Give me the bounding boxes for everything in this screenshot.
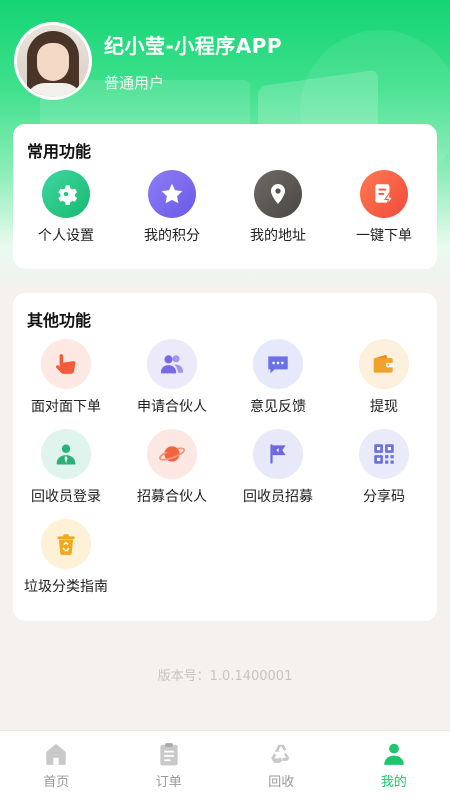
common-functions-title: 常用功能	[27, 142, 92, 161]
tab-orders-label: 订单	[155, 775, 182, 790]
garbage-sorting-guide-button[interactable]: 垃圾分类指南	[13, 519, 119, 609]
wallet-icon	[359, 339, 409, 389]
avatar[interactable]	[14, 22, 92, 100]
recruit-partner-button[interactable]: 招募合伙人	[119, 429, 225, 519]
tab-recycle[interactable]: 回收	[225, 731, 338, 800]
garbage-sorting-guide-label: 垃圾分类指南	[24, 579, 108, 595]
common-functions-card: 常用功能 个人设置 我的积分 我的地址 一键下单	[13, 124, 437, 269]
share-code-button[interactable]: 分享码	[331, 429, 437, 519]
my-address-label: 我的地址	[250, 228, 306, 244]
recruit-partner-label: 招募合伙人	[137, 489, 207, 505]
apply-partner-button[interactable]: 申请合伙人	[119, 339, 225, 429]
share-code-label: 分享码	[363, 489, 405, 505]
bottom-tab-bar: 首页 订单 回收 我的	[0, 730, 450, 800]
user-name: 纪小莹-小程序APP	[104, 34, 283, 58]
qrcode-icon	[359, 429, 409, 479]
tab-home[interactable]: 首页	[0, 731, 113, 800]
quick-order-label: 一键下单	[356, 228, 412, 244]
version-text: 版本号：1.0.1400001	[157, 669, 293, 684]
tab-home-label: 首页	[43, 775, 70, 790]
flag-icon	[253, 429, 303, 479]
home-icon	[46, 743, 66, 765]
apply-partner-label: 申请合伙人	[137, 399, 207, 415]
hand-icon	[41, 339, 91, 389]
order-lightning-icon	[360, 170, 408, 218]
tab-mine-label: 我的	[380, 775, 407, 790]
recycle-icon	[271, 744, 291, 763]
location-pin-icon	[254, 170, 302, 218]
other-functions-card: 其他功能 面对面下单 申请合伙人 意见反馈 提现 回收员登录 招募合伙人 回收员…	[13, 293, 437, 621]
partners-icon	[147, 339, 197, 389]
trash-bin-icon	[41, 519, 91, 569]
collector-recruit-label: 回收员招募	[243, 489, 313, 505]
feedback-button[interactable]: 意见反馈	[225, 339, 331, 429]
face-to-face-order-button[interactable]: 面对面下单	[13, 339, 119, 429]
feedback-label: 意见反馈	[250, 399, 306, 415]
tab-mine[interactable]: 我的	[338, 731, 450, 800]
user-role: 普通用户	[104, 74, 165, 92]
my-address-button[interactable]: 我的地址	[225, 170, 331, 245]
tab-recycle-label: 回收	[268, 775, 295, 790]
gear-icon	[42, 170, 90, 218]
tab-orders[interactable]: 订单	[113, 731, 226, 800]
my-points-button[interactable]: 我的积分	[119, 170, 225, 245]
collector-login-button[interactable]: 回收员登录	[13, 429, 119, 519]
planet-icon	[147, 429, 197, 479]
person-icon	[384, 743, 404, 765]
other-functions-title: 其他功能	[27, 311, 92, 330]
clipboard-icon	[160, 743, 178, 766]
collector-recruit-button[interactable]: 回收员招募	[225, 429, 331, 519]
my-points-label: 我的积分	[144, 228, 200, 244]
star-icon	[148, 170, 196, 218]
collector-login-label: 回收员登录	[31, 489, 101, 505]
face-to-face-order-label: 面对面下单	[31, 399, 101, 415]
withdraw-label: 提现	[370, 399, 398, 415]
collector-icon	[41, 429, 91, 479]
personal-settings-button[interactable]: 个人设置	[13, 170, 119, 245]
withdraw-button[interactable]: 提现	[331, 339, 437, 429]
personal-settings-label: 个人设置	[38, 228, 94, 244]
feedback-icon	[253, 339, 303, 389]
quick-order-button[interactable]: 一键下单	[331, 170, 437, 245]
